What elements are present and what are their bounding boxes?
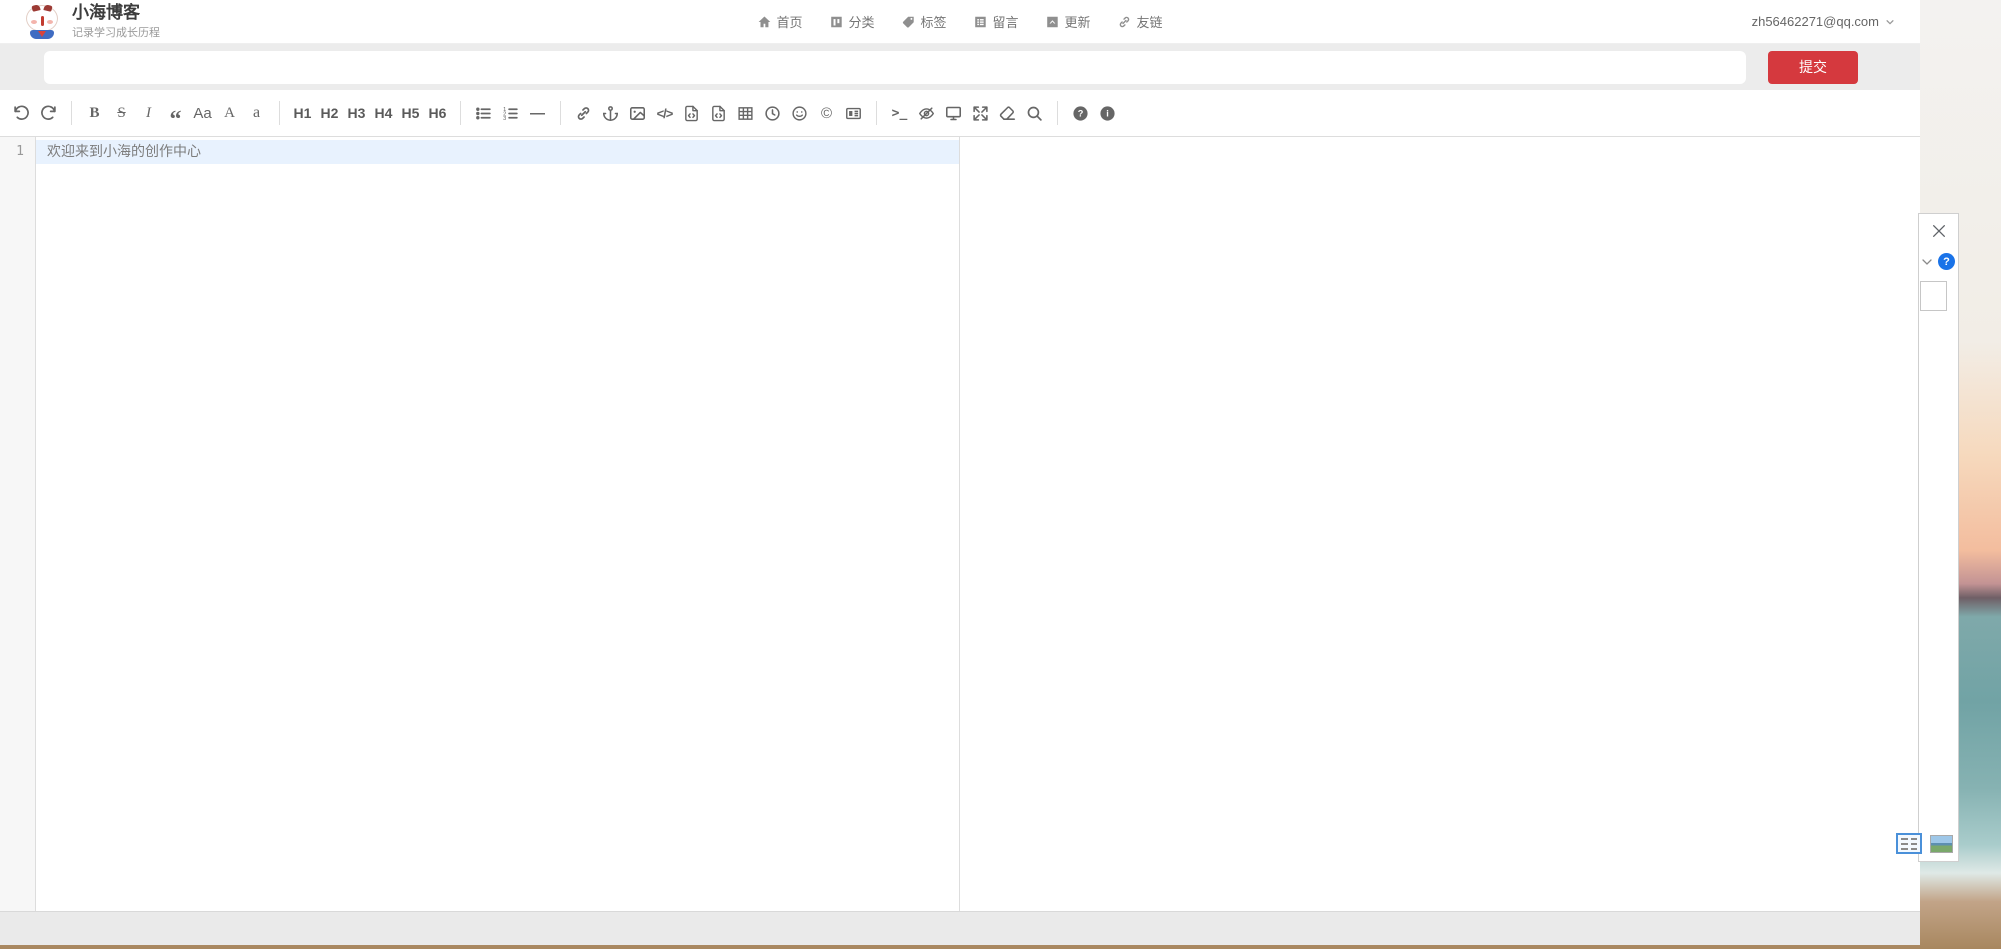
h2-button[interactable]: H2	[316, 98, 343, 128]
post-title-input[interactable]	[44, 51, 1746, 84]
brand-text: 小海博客 记录学习成长历程	[72, 3, 160, 40]
update-icon	[1046, 15, 1060, 29]
line-number: 1	[0, 140, 35, 164]
chevron-down-icon	[1885, 17, 1895, 27]
pagebreak-icon[interactable]	[840, 98, 867, 128]
undo-icon[interactable]	[8, 98, 35, 128]
nav-label: 友链	[1137, 12, 1163, 31]
nav-item-messages[interactable]: 留言	[974, 12, 1019, 31]
hr-button[interactable]: —	[524, 98, 551, 128]
toolbar-separator	[560, 101, 561, 125]
code-block-icon[interactable]	[705, 98, 732, 128]
nav-label: 分类	[848, 12, 874, 31]
site-logo-avatar[interactable]	[25, 5, 59, 39]
toolbar-separator	[876, 101, 877, 125]
tag-icon	[901, 15, 915, 29]
h1-button[interactable]: H1	[289, 98, 316, 128]
anchor-icon[interactable]	[597, 98, 624, 128]
category-icon	[829, 15, 843, 29]
list-tool-icon[interactable]	[1896, 833, 1922, 854]
post-title-bar: 提交	[0, 44, 1920, 90]
svg-text:3: 3	[503, 116, 506, 122]
markdown-code-pane[interactable]: 1 欢迎来到小海的创作中心	[0, 137, 960, 911]
page-content: 小海博客 记录学习成长历程 首页 分类 标签 留言	[0, 0, 1920, 945]
panel-help-icon[interactable]: ?	[1938, 253, 1955, 270]
page-footer	[0, 911, 1920, 945]
header: 小海博客 记录学习成长历程 首页 分类 标签 留言	[0, 0, 1920, 44]
panel-controls: ?	[1919, 253, 1958, 270]
datetime-icon[interactable]	[759, 98, 786, 128]
inline-code-button[interactable]: </>	[651, 98, 678, 128]
watch-toggle-icon[interactable]	[913, 98, 940, 128]
goto-line-button[interactable]: >_	[886, 98, 913, 128]
submit-button[interactable]: 提交	[1768, 51, 1858, 84]
list-ul-icon[interactable]	[470, 98, 497, 128]
nav-item-tags[interactable]: 标签	[901, 12, 946, 31]
toolbar-separator	[460, 101, 461, 125]
message-icon	[974, 15, 988, 29]
help-icon[interactable]: ?	[1067, 98, 1094, 128]
quote-button[interactable]: “	[162, 98, 189, 128]
search-icon[interactable]	[1021, 98, 1048, 128]
panel-input[interactable]	[1920, 281, 1947, 311]
code-lines[interactable]: 欢迎来到小海的创作中心	[36, 137, 959, 911]
fullscreen-icon[interactable]	[967, 98, 994, 128]
active-code-line[interactable]: 欢迎来到小海的创作中心	[36, 140, 959, 164]
toolbar-separator	[279, 101, 280, 125]
h3-button[interactable]: H3	[343, 98, 370, 128]
nav-label: 标签	[920, 12, 946, 31]
svg-text:?: ?	[1078, 108, 1084, 118]
markdown-preview-pane	[960, 137, 1920, 911]
avatar-face	[26, 5, 58, 32]
table-icon[interactable]	[732, 98, 759, 128]
nav-label: 首页	[776, 12, 802, 31]
preview-icon[interactable]	[940, 98, 967, 128]
emoji-icon[interactable]	[786, 98, 813, 128]
nav-item-friend-links[interactable]: 友链	[1118, 12, 1163, 31]
user-account-dropdown[interactable]: zh56462271@qq.com	[1752, 14, 1895, 29]
ucwords-button[interactable]: Aa	[189, 98, 216, 128]
image-tool-icon[interactable]	[1930, 835, 1953, 853]
extension-side-panel: ?	[1918, 213, 1959, 862]
uppercase-button[interactable]: A	[216, 98, 243, 128]
nav-label: 留言	[993, 12, 1019, 31]
nav-label: 更新	[1065, 12, 1091, 31]
nav-item-categories[interactable]: 分类	[829, 12, 874, 31]
italic-button[interactable]: I	[135, 98, 162, 128]
bold-button[interactable]: B	[81, 98, 108, 128]
preformatted-text-icon[interactable]	[678, 98, 705, 128]
site-subtitle: 记录学习成长历程	[72, 24, 160, 40]
svg-text:i: i	[1106, 108, 1109, 118]
user-email: zh56462271@qq.com	[1752, 14, 1879, 29]
editor-area: 1 欢迎来到小海的创作中心	[0, 137, 1920, 911]
link-icon[interactable]	[570, 98, 597, 128]
friend-link-icon	[1118, 15, 1132, 29]
html-entities-button[interactable]: ©	[813, 98, 840, 128]
home-icon	[757, 15, 771, 29]
nav-item-updates[interactable]: 更新	[1046, 12, 1091, 31]
lowercase-button[interactable]: a	[243, 98, 270, 128]
strikethrough-button[interactable]: S	[108, 98, 135, 128]
h5-button[interactable]: H5	[397, 98, 424, 128]
h4-button[interactable]: H4	[370, 98, 397, 128]
main-nav: 首页 分类 标签 留言 更新 友链	[757, 12, 1162, 31]
editor-toolbar: B S I “ Aa A a H1 H2 H3 H4 H5 H6 123 — <…	[0, 90, 1920, 137]
nav-item-home[interactable]: 首页	[757, 12, 802, 31]
list-ol-icon[interactable]: 123	[497, 98, 524, 128]
h6-button[interactable]: H6	[424, 98, 451, 128]
avatar-body	[30, 30, 54, 39]
site-title: 小海博客	[72, 3, 160, 22]
line-number-gutter: 1	[0, 137, 36, 911]
toolbar-separator	[1057, 101, 1058, 125]
close-icon[interactable]	[1931, 223, 1947, 239]
image-icon[interactable]	[624, 98, 651, 128]
chevron-down-icon[interactable]	[1921, 256, 1933, 268]
info-icon[interactable]: i	[1094, 98, 1121, 128]
clear-icon[interactable]	[994, 98, 1021, 128]
toolbar-separator	[71, 101, 72, 125]
redo-icon[interactable]	[35, 98, 62, 128]
brand: 小海博客 记录学习成长历程	[25, 3, 160, 40]
